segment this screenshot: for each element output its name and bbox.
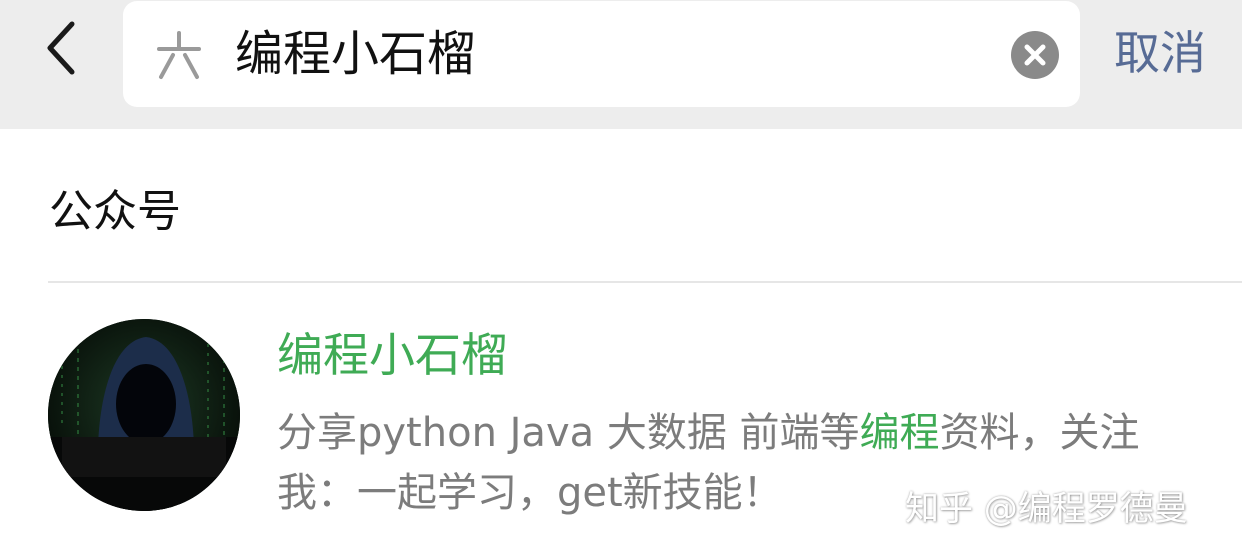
- result-desc-highlight: 编程: [859, 410, 940, 456]
- back-button[interactable]: [40, 18, 90, 78]
- cancel-button[interactable]: 取消: [1114, 21, 1206, 85]
- watermark: 知乎 @编程罗德曼: [905, 489, 1188, 529]
- wechat-search-icon: [157, 31, 201, 79]
- chevron-left-icon: [47, 21, 75, 75]
- section-title-official-accounts: 公众号: [49, 186, 181, 237]
- result-desc-text: 分享python Java 大数据 前端等: [277, 410, 860, 456]
- search-input[interactable]: 编程小石榴: [235, 21, 475, 87]
- clear-x-icon: [1024, 44, 1046, 66]
- search-box[interactable]: 编程小石榴: [123, 1, 1080, 107]
- hooded-figure-avatar-image: [48, 319, 240, 511]
- search-header: 编程小石榴 取消: [0, 0, 1242, 129]
- avatar: [48, 319, 240, 511]
- clear-search-button[interactable]: [1011, 31, 1059, 79]
- result-account-name: 编程小石榴: [277, 328, 507, 382]
